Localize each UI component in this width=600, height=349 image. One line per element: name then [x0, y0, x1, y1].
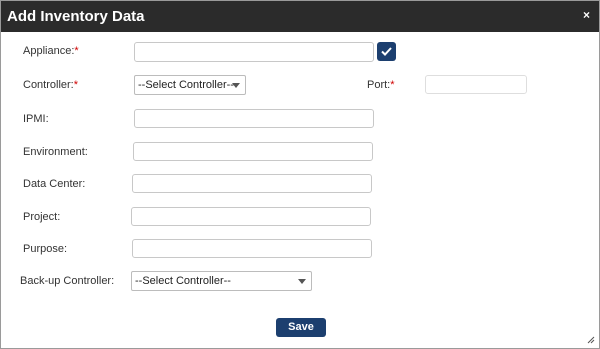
required-marker: *: [73, 79, 79, 91]
backup-controller-select[interactable]: --Select Controller--: [131, 271, 312, 291]
environment-label: Environment:: [23, 146, 88, 158]
purpose-label: Purpose:: [23, 243, 68, 255]
project-label: Project:: [23, 211, 61, 223]
appliance-label: Appliance:*: [23, 45, 79, 57]
purpose-input[interactable]: [132, 239, 372, 258]
check-icon: [381, 47, 392, 56]
backup-controller-selected-value: --Select Controller--: [135, 275, 231, 287]
controller-select[interactable]: --Select Controller--: [134, 75, 246, 95]
save-button[interactable]: Save: [276, 318, 326, 337]
data-center-input[interactable]: [132, 174, 372, 193]
data-center-label: Data Center:: [23, 178, 86, 190]
appliance-confirm-button[interactable]: [377, 42, 396, 61]
dialog-title: Add Inventory Data: [7, 8, 145, 25]
add-inventory-dialog: Add Inventory Data × Appliance:* Control…: [0, 0, 600, 349]
appliance-input[interactable]: [134, 42, 374, 62]
port-input[interactable]: [425, 75, 527, 94]
ipmi-label: IPMI:: [23, 113, 49, 125]
environment-input[interactable]: [133, 142, 373, 161]
chevron-down-icon: [232, 83, 240, 88]
close-icon[interactable]: ×: [583, 8, 590, 22]
resize-grip-icon[interactable]: [587, 336, 595, 344]
controller-selected-value: --Select Controller--: [138, 79, 234, 91]
backup-controller-label: Back-up Controller:: [20, 275, 115, 287]
required-marker: *: [74, 45, 79, 57]
dialog-titlebar[interactable]: Add Inventory Data ×: [1, 1, 599, 32]
controller-label: Controller:*: [23, 79, 79, 91]
port-label: Port:*: [367, 79, 395, 91]
ipmi-input[interactable]: [134, 109, 374, 128]
project-input[interactable]: [131, 207, 371, 226]
chevron-down-icon: [298, 279, 306, 284]
required-marker: *: [390, 79, 395, 91]
